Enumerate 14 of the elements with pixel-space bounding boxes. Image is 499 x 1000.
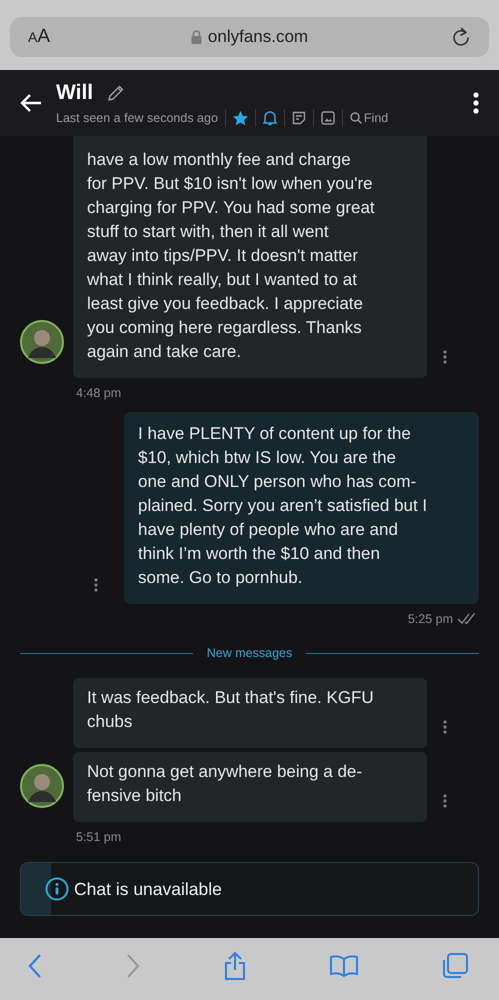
- address-bar[interactable]: AA onlyfans.com: [10, 17, 489, 57]
- last-seen-text: Last seen a few seconds ago: [56, 111, 218, 125]
- new-messages-label: New messages: [206, 646, 292, 660]
- message-bubble: Not gonna get anywhere being a de- fensive bitch: [73, 752, 427, 822]
- url-text: onlyfans.com: [208, 27, 308, 47]
- notice-text: Chat is unavailable: [74, 878, 222, 900]
- message-time: 5:25 pm: [408, 612, 453, 626]
- message-time: 4:48 pm: [76, 386, 122, 400]
- text-size-button[interactable]: AA: [28, 26, 88, 48]
- message-bubble: It was feedback. But that's fine. KGFU chubs: [73, 678, 427, 748]
- find-button[interactable]: Find: [350, 111, 388, 125]
- message-time: 5:51 pm: [76, 830, 122, 844]
- message-bubble: I have PLENTY of content up for the $10, which btw IS low. You are the one and ONLY person who has com- plained. Sorry you aren’t satisfied but I have plenty of people who are and think I’m worth the $10 and then some. Go to pornhub.: [124, 412, 479, 604]
- contact-name: Will: [56, 81, 94, 105]
